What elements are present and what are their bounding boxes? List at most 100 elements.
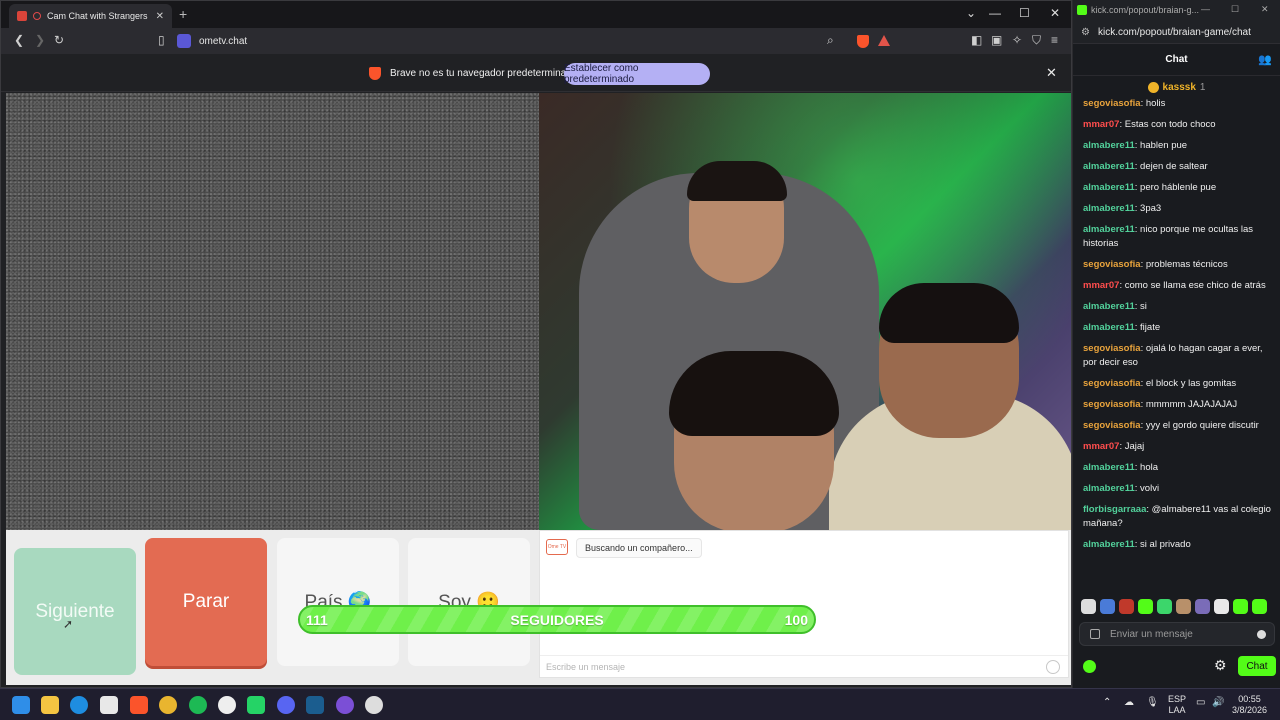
kick-close-button[interactable]: ✕ (1261, 4, 1269, 15)
country-button[interactable]: País 🌍 (277, 538, 399, 666)
emoji-icon[interactable] (1046, 660, 1060, 674)
chat-username[interactable]: mmar07 (1083, 280, 1119, 291)
gender-button[interactable]: Soy 🙂 (408, 538, 530, 666)
emote-3-icon[interactable] (1119, 599, 1134, 614)
chat-message: segoviasofia: mmmmm JAJAJAJAJ (1083, 398, 1271, 412)
app-purple-icon[interactable] (336, 696, 354, 714)
tab-close-icon[interactable]: ✕ (156, 11, 164, 22)
whatsapp-icon[interactable] (218, 696, 236, 714)
set-default-button[interactable]: Establecer como predeterminado (564, 63, 710, 85)
infobar-message: Brave no es tu navegador predeterminado (390, 68, 578, 79)
network-icon[interactable]: ☁ (1124, 697, 1134, 708)
bookmark-icon[interactable]: ▯ (158, 33, 165, 47)
clock-time: 00:55 (1238, 694, 1261, 704)
users-icon[interactable]: 👥 (1258, 53, 1272, 66)
windows-taskbar: ⌃ ☁ 🎙 ESP LAA ▭ 🔊 00:55 3/8/2026 (0, 688, 1280, 720)
edge-icon[interactable] (70, 696, 88, 714)
sidebar-icon[interactable]: ◧ (971, 33, 982, 47)
site-settings-icon[interactable]: ⚙ (1081, 27, 1090, 38)
vpn-icon[interactable]: ⛉ (1032, 33, 1041, 48)
display-icon[interactable]: ▭ (1196, 697, 1205, 708)
emote-9-icon[interactable] (1233, 599, 1248, 614)
spotify-icon[interactable] (189, 696, 207, 714)
chrome-icon[interactable] (159, 696, 177, 714)
language-indicator[interactable]: ESP LAA (1168, 694, 1186, 716)
address-bar[interactable]: ometv.chat (177, 31, 897, 51)
zoom-search-icon[interactable]: ⌕ (827, 33, 834, 48)
chat-username[interactable]: almabere11 (1083, 483, 1135, 494)
menu-icon[interactable]: ≡ (1051, 33, 1058, 47)
settings-gear-icon[interactable]: ⚙ (1214, 657, 1227, 674)
emote-7-icon[interactable] (1195, 599, 1210, 614)
chat-username[interactable]: segoviasofia (1083, 343, 1141, 354)
emote-8-icon[interactable] (1214, 599, 1229, 614)
tray-chevron-icon[interactable]: ⌃ (1103, 697, 1111, 708)
brave-rewards-icon[interactable] (878, 35, 890, 46)
wallet-icon[interactable]: ▣ (991, 33, 1002, 47)
stop-button[interactable]: Parar (145, 538, 267, 666)
obs-icon[interactable] (365, 696, 383, 714)
chat-username[interactable]: almabere11 (1083, 462, 1135, 473)
tab-list-chevron-icon[interactable]: ⌄ (966, 6, 976, 20)
chat-username[interactable]: almabere11 (1083, 203, 1135, 214)
clock[interactable]: 00:55 3/8/2026 (1232, 694, 1267, 716)
brave-icon[interactable] (130, 696, 148, 714)
chat-username[interactable]: segoviasofia (1083, 98, 1141, 109)
emoji-picker-icon[interactable] (1257, 630, 1266, 639)
chat-text: problemas técnicos (1145, 259, 1228, 270)
kick-url[interactable]: kick.com/popout/braian-game/chat (1098, 27, 1251, 38)
store-icon[interactable] (100, 696, 118, 714)
window-close-button[interactable]: ✕ (1050, 6, 1060, 20)
kick-points-icon[interactable] (1083, 660, 1096, 673)
tab-ometv[interactable]: Cam Chat with Strangers on ( ✕ (9, 4, 172, 28)
kick-minimize-button[interactable]: — (1201, 4, 1210, 14)
chat-username[interactable]: mmar07 (1083, 441, 1119, 452)
emote-2-icon[interactable] (1100, 599, 1115, 614)
infobar-close-icon[interactable]: ✕ (1046, 65, 1057, 81)
chat-message: almabere11: pero háblenle pue (1083, 181, 1271, 195)
back-arrow-icon[interactable]: ❮ (14, 33, 24, 47)
kick-maximize-button[interactable]: ☐ (1231, 4, 1239, 15)
chat-text: si (1140, 301, 1147, 312)
forward-arrow-icon[interactable]: ❯ (35, 33, 45, 47)
kick-address-bar: ⚙ kick.com/popout/braian-game/chat (1073, 22, 1280, 44)
emote-10-icon[interactable] (1252, 599, 1267, 614)
chat-username[interactable]: almabere11 (1083, 301, 1135, 312)
new-tab-button[interactable]: + (179, 6, 187, 22)
send-chat-button[interactable]: Chat (1238, 656, 1276, 676)
reload-icon[interactable]: ↻ (54, 33, 64, 47)
chat-username[interactable]: segoviasofia (1083, 420, 1141, 431)
minimize-button[interactable]: — (989, 6, 1001, 20)
chat-username[interactable]: segoviasofia (1083, 399, 1141, 410)
pinned-gifter[interactable]: kasssk 1 (1073, 78, 1280, 96)
next-button[interactable]: Siguiente (14, 548, 136, 675)
chat-username[interactable]: almabere11 (1083, 539, 1135, 550)
chat-text: holis (1145, 98, 1166, 109)
chat-username[interactable]: almabere11 (1083, 140, 1135, 151)
emote-1-icon[interactable] (1081, 599, 1096, 614)
chat-username[interactable]: almabere11 (1083, 224, 1135, 235)
volume-icon[interactable]: 🔊 (1212, 697, 1224, 708)
emote-4-icon[interactable] (1138, 599, 1153, 614)
mic-icon[interactable]: 🎙 (1146, 697, 1159, 708)
kick-message-input[interactable]: Enviar un mensaje (1079, 622, 1275, 646)
start-windows-icon[interactable] (12, 696, 30, 714)
steam-icon[interactable] (306, 696, 324, 714)
emote-6-icon[interactable] (1176, 599, 1191, 614)
chat-username[interactable]: mmar07 (1083, 119, 1119, 130)
chat-username[interactable]: segoviasofia (1083, 378, 1141, 389)
file-explorer-icon[interactable] (41, 696, 59, 714)
chat-username[interactable]: florbisgarraaa (1083, 504, 1146, 515)
chat-username[interactable]: almabere11 (1083, 322, 1135, 333)
chat-username[interactable]: almabere11 (1083, 161, 1135, 172)
whatsapp-desktop-icon[interactable] (247, 696, 265, 714)
discord-icon[interactable] (277, 696, 295, 714)
leo-ai-icon[interactable]: ✧ (1012, 33, 1022, 47)
message-input[interactable]: Escribe un mensaje (540, 655, 1068, 677)
chat-username[interactable]: segoviasofia (1083, 259, 1141, 270)
brave-shields-icon[interactable] (857, 35, 869, 48)
chat-username[interactable]: almabere11 (1083, 182, 1135, 193)
maximize-button[interactable]: ☐ (1019, 6, 1030, 20)
address-text[interactable]: ometv.chat (199, 36, 247, 47)
emote-5-icon[interactable] (1157, 599, 1172, 614)
